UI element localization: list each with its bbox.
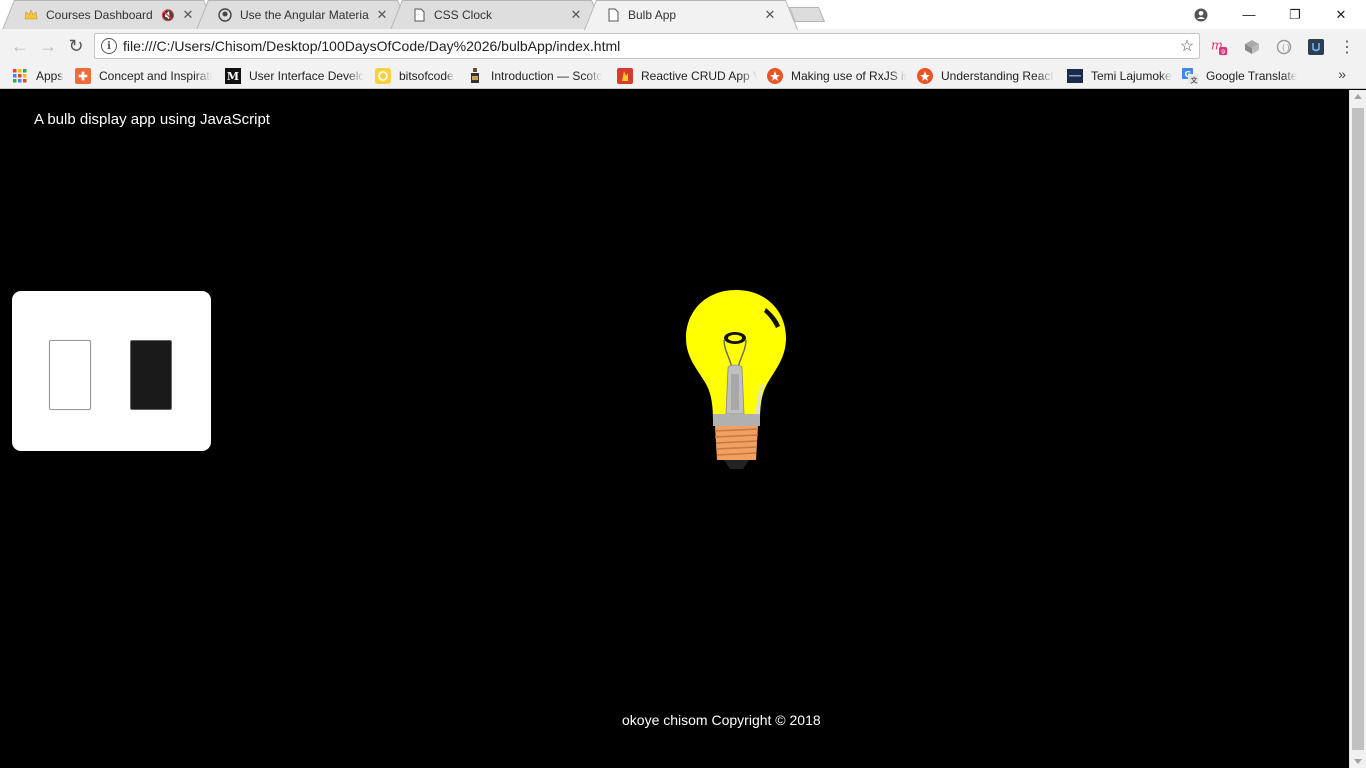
crown-icon	[23, 7, 39, 23]
bookmark-bitsofcode[interactable]: bitsofcode	[375, 67, 460, 85]
extension-m-icon[interactable]: m9	[1210, 38, 1228, 56]
switch-off-button[interactable]	[130, 340, 172, 410]
page-icon	[411, 7, 427, 23]
tab-title: Bulb App	[628, 8, 677, 22]
extension-u-icon[interactable]	[1307, 38, 1325, 56]
info-icon[interactable]: i	[101, 38, 117, 54]
new-tab-button[interactable]	[788, 7, 826, 22]
page-icon	[605, 7, 621, 23]
scotch-icon	[467, 68, 483, 84]
auth0-icon	[767, 68, 783, 84]
bookmark-google-translate[interactable]: G文 Google Translate	[1182, 67, 1302, 85]
tab-css-clock[interactable]: CSS Clock ✕	[402, 0, 592, 29]
svg-text:9: 9	[1221, 49, 1225, 56]
footer-copyright: okoye chisom Copyright © 2018	[622, 712, 821, 728]
scroll-down-arrow-icon[interactable]	[1354, 759, 1362, 764]
page-content: A bulb display app using JavaScript okoy…	[0, 90, 1349, 768]
scroll-thumb[interactable]	[1352, 108, 1364, 750]
bookmark-understanding-react[interactable]: Understanding React	[917, 67, 1057, 85]
minimize-button[interactable]: —	[1226, 0, 1272, 29]
bookmark-concept-inspiration[interactable]: ✚ Concept and Inspirati	[75, 67, 215, 85]
scroll-up-arrow-icon[interactable]	[1354, 94, 1362, 99]
bookmark-scotch[interactable]: Introduction — Scotc	[467, 67, 607, 85]
github-icon	[217, 7, 233, 23]
vertical-scrollbar[interactable]	[1349, 90, 1366, 768]
tab-bulb-app[interactable]: Bulb App ✕	[596, 0, 786, 29]
close-window-button[interactable]: ✕	[1318, 0, 1364, 29]
switch-on-button[interactable]	[49, 340, 91, 410]
extension-circle-icon[interactable]: ()	[1275, 38, 1293, 56]
tab-close-icon[interactable]: ✕	[375, 7, 389, 23]
lightbulb-icon	[686, 290, 786, 469]
plus-square-icon: ✚	[75, 68, 91, 84]
svg-text:(): ()	[1281, 43, 1291, 52]
bookmark-temi-lajumoke[interactable]: Temi Lajumoke	[1067, 67, 1177, 85]
bookmarks-bar: Apps ✚ Concept and Inspirati M User Inte…	[0, 63, 1366, 89]
medium-icon: M	[225, 68, 241, 84]
bookmark-reactive-crud[interactable]: Reactive CRUD App V	[617, 67, 757, 85]
speaker-muted-icon[interactable]: 🔇	[161, 9, 175, 22]
restore-button[interactable]: ❐	[1272, 0, 1318, 29]
tab-strip: Courses Dashboard | V 🔇 ✕ Use the Angula…	[0, 0, 1366, 29]
svg-text:文: 文	[1191, 76, 1199, 85]
back-arrow-icon[interactable]: ←	[9, 35, 31, 57]
bookmark-apps[interactable]: Apps	[12, 67, 72, 85]
forward-arrow-icon[interactable]: →	[37, 35, 59, 57]
bitsofcode-icon	[375, 68, 391, 84]
browser-toolbar: ← → ↻ i file:///C:/Users/Chisom/Desktop/…	[0, 29, 1366, 63]
tab-title: Use the Angular Materia	[240, 8, 369, 22]
auth0-icon	[917, 68, 933, 84]
tab-title: CSS Clock	[434, 8, 493, 22]
tab-close-icon[interactable]: ✕	[569, 7, 583, 23]
tab-courses-dashboard[interactable]: Courses Dashboard | V 🔇 ✕	[14, 0, 204, 29]
tab-close-icon[interactable]: ✕	[181, 7, 195, 23]
translate-icon: G文	[1182, 68, 1198, 84]
page-title: A bulb display app using JavaScript	[34, 111, 270, 128]
menu-kebab-icon[interactable]: ⋮	[1338, 38, 1356, 56]
bookmark-rxjs[interactable]: Making use of RxJS ir	[767, 67, 907, 85]
profile-icon[interactable]	[1178, 0, 1224, 29]
bookmarks-overflow-icon[interactable]: »	[1338, 66, 1346, 82]
address-bar[interactable]: i file:///C:/Users/Chisom/Desktop/100Day…	[94, 33, 1200, 59]
bookmark-star-icon[interactable]: ☆	[1175, 36, 1199, 56]
bookmark-user-interface[interactable]: M User Interface Develc	[225, 67, 365, 85]
tab-close-icon[interactable]: ✕	[763, 7, 777, 23]
switch-panel	[12, 291, 211, 451]
reload-icon[interactable]: ↻	[65, 35, 87, 57]
tab-angular-material[interactable]: Use the Angular Materia ✕	[208, 0, 398, 29]
url-text[interactable]: file:///C:/Users/Chisom/Desktop/100DaysO…	[123, 38, 1175, 54]
apps-grid-icon	[12, 68, 28, 84]
extension-cube-icon[interactable]	[1243, 38, 1261, 56]
firebase-icon	[617, 68, 633, 84]
site-icon	[1067, 68, 1083, 84]
tab-title: Courses Dashboard | V	[46, 8, 157, 22]
